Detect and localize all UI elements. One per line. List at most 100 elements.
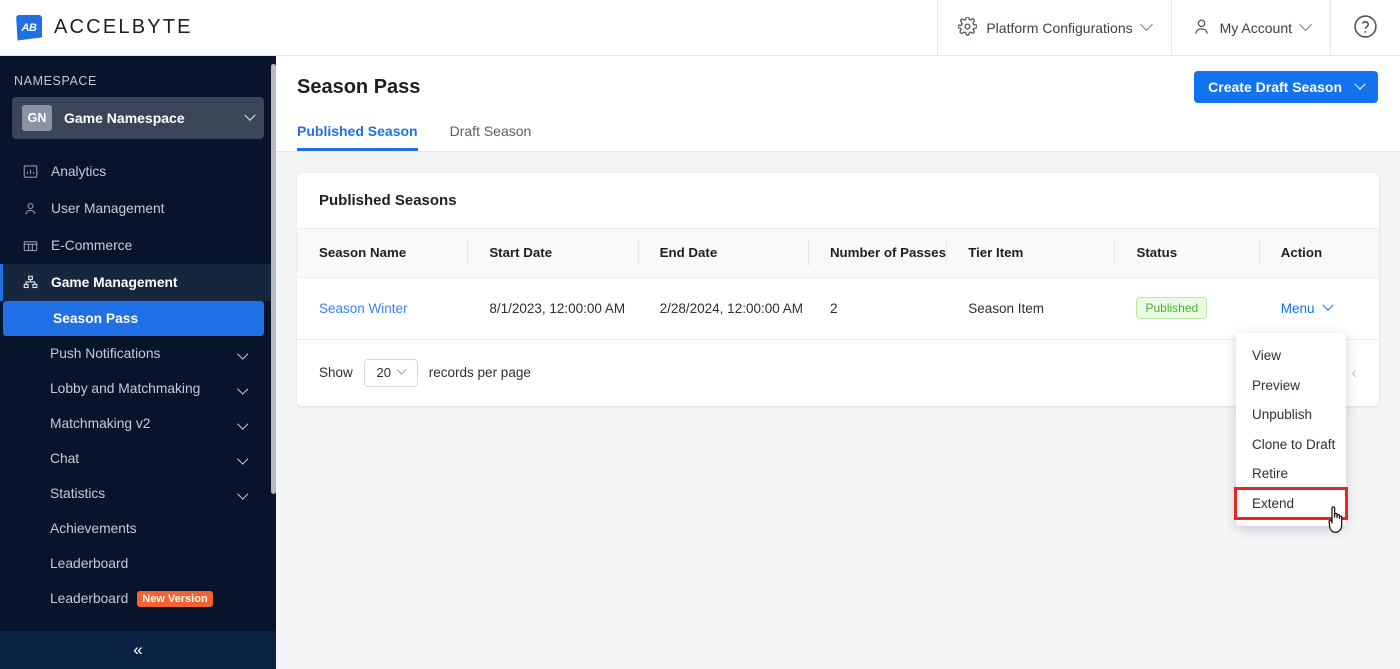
brand-name: ACCELBYTE [54,16,193,38]
sidebar-item-push-notifications[interactable]: Push Notifications [0,336,264,371]
sidebar-nav: Analytics User Management E-Commerce Gam… [0,153,276,616]
table-row: Season Winter 8/1/2023, 12:00:00 AM 2/28… [297,277,1379,340]
sidebar-subitem-label: Matchmaking v2 [50,416,151,431]
chevron-down-icon [236,453,248,464]
chevron-down-icon [1354,78,1366,90]
chevron-down-icon [236,418,248,429]
season-name-link[interactable]: Season Winter [319,301,408,316]
published-seasons-table: Season Name Start Date End Date Number o… [297,229,1379,340]
create-draft-season-button[interactable]: Create Draft Season [1194,71,1378,103]
column-header-action: Action [1258,229,1379,278]
sidebar-subitem-label: Leaderboard [50,591,129,606]
sidebar-item-statistics[interactable]: Statistics [0,476,264,511]
row-menu-button[interactable]: Menu [1280,299,1334,316]
column-header-status: Status [1114,229,1259,278]
sidebar-item-analytics[interactable]: Analytics [0,153,276,190]
namespace-badge: GN [22,105,52,131]
tab-bar: Published Season Draft Season [297,123,531,151]
menu-item-clone-to-draft[interactable]: Clone to Draft [1236,430,1346,460]
cell-status: Published [1114,277,1259,340]
page-header: Season Pass Published Season Draft Seaso… [276,56,1400,152]
chevron-down-icon [236,488,248,499]
sidebar-subitem-label: Chat [50,451,80,466]
sidebar-subitem-label: Achievements [50,521,137,536]
brand-logo[interactable]: AB ACCELBYTE [0,14,193,41]
new-version-badge: New Version [137,590,213,607]
cell-number-of-passes: 2 [807,277,947,340]
menu-item-unpublish[interactable]: Unpublish [1236,400,1346,430]
column-header-season-name: Season Name [297,229,468,278]
chevron-down-icon [244,109,256,127]
sidebar-item-achievements[interactable]: Achievements [0,511,264,546]
top-bar: AB ACCELBYTE Platform Configurations My … [0,0,1400,56]
menu-item-view[interactable]: View [1236,341,1346,371]
menu-item-preview[interactable]: Preview [1236,371,1346,401]
sidebar-item-e-commerce[interactable]: E-Commerce [0,227,276,264]
sidebar-item-season-pass[interactable]: Season Pass [3,301,264,336]
sidebar-item-matchmaking-v2[interactable]: Matchmaking v2 [0,406,264,441]
platform-configurations-label: Platform Configurations [986,19,1133,36]
cell-end-date: 2/28/2024, 12:00:00 AM [637,277,808,340]
sidebar: NAMESPACE GN Game Namespace Analytics Us… [0,56,276,669]
namespace-name: Game Namespace [64,110,185,126]
namespace-selector[interactable]: GN Game Namespace [12,97,264,139]
help-button[interactable] [1330,0,1400,56]
sidebar-subitem-label: Leaderboard [50,556,129,571]
user-icon [22,201,39,216]
page-size-value: 20 [376,365,392,380]
sitemap-icon [22,275,39,290]
platform-configurations-menu[interactable]: Platform Configurations [937,0,1170,56]
bar-chart-icon [22,164,39,179]
collapse-left-icon: « [133,640,143,659]
status-badge: Published [1136,297,1208,319]
chevron-down-icon [1321,299,1334,311]
table-header-row: Season Name Start Date End Date Number o… [297,229,1379,278]
main-content: Season Pass Published Season Draft Seaso… [276,56,1400,669]
menu-item-extend[interactable]: Extend [1234,486,1348,520]
store-icon [22,238,39,253]
page-size-select[interactable]: 20 [363,358,418,387]
sidebar-item-label: E-Commerce [51,238,133,253]
chevron-down-icon [236,348,248,359]
sidebar-item-lobby-and-matchmaking[interactable]: Lobby and Matchmaking [0,371,264,406]
pagination: ‹ [1351,363,1357,383]
page-title: Season Pass [297,76,421,98]
table-footer: Show 20 records per page ‹ [297,340,1379,406]
row-menu-label: Menu [1280,300,1315,316]
sidebar-item-label: User Management [51,201,165,216]
gear-icon [957,15,978,39]
app-root: AB ACCELBYTE Platform Configurations My … [0,0,1400,669]
my-account-menu[interactable]: My Account [1170,0,1330,56]
sidebar-item-user-management[interactable]: User Management [0,190,276,227]
user-icon [1192,17,1211,39]
sidebar-item-game-management[interactable]: Game Management [0,264,276,301]
chevron-down-icon [1139,18,1153,32]
records-per-page-label: records per page [428,365,531,380]
column-header-number-of-passes: Number of Passes [807,229,947,278]
sidebar-item-leaderboard-new-version[interactable]: Leaderboard New Version [0,581,264,616]
chevron-down-icon [1299,18,1312,32]
column-header-start-date: Start Date [467,229,638,278]
menu-item-retire[interactable]: Retire [1236,459,1346,489]
column-header-end-date: End Date [637,229,808,278]
sidebar-item-chat[interactable]: Chat [0,441,264,476]
cell-action: Menu [1258,277,1379,340]
sidebar-subitem-label: Statistics [50,486,106,501]
namespace-label: NAMESPACE [14,74,97,88]
tab-published-season[interactable]: Published Season [297,123,418,151]
sidebar-collapse-button[interactable]: « [0,631,276,669]
sidebar-item-leaderboard[interactable]: Leaderboard [0,546,264,581]
show-label: Show [319,365,353,380]
chevron-down-icon [236,383,248,394]
sidebar-subitem-label: Push Notifications [50,346,161,361]
cell-tier-item: Season Item [946,277,1115,340]
tab-draft-season[interactable]: Draft Season [450,123,532,151]
cell-season-name: Season Winter [297,277,468,340]
published-seasons-card: Published Seasons Season Name Start Date… [297,173,1379,406]
pagination-prev-button[interactable]: ‹ [1351,363,1357,383]
my-account-label: My Account [1219,19,1292,36]
cell-start-date: 8/1/2023, 12:00:00 AM [467,277,638,340]
row-action-dropdown: View Preview Unpublish Clone to Draft Re… [1234,333,1348,526]
sidebar-item-label: Analytics [51,164,107,179]
column-header-tier-item: Tier Item [946,229,1115,278]
